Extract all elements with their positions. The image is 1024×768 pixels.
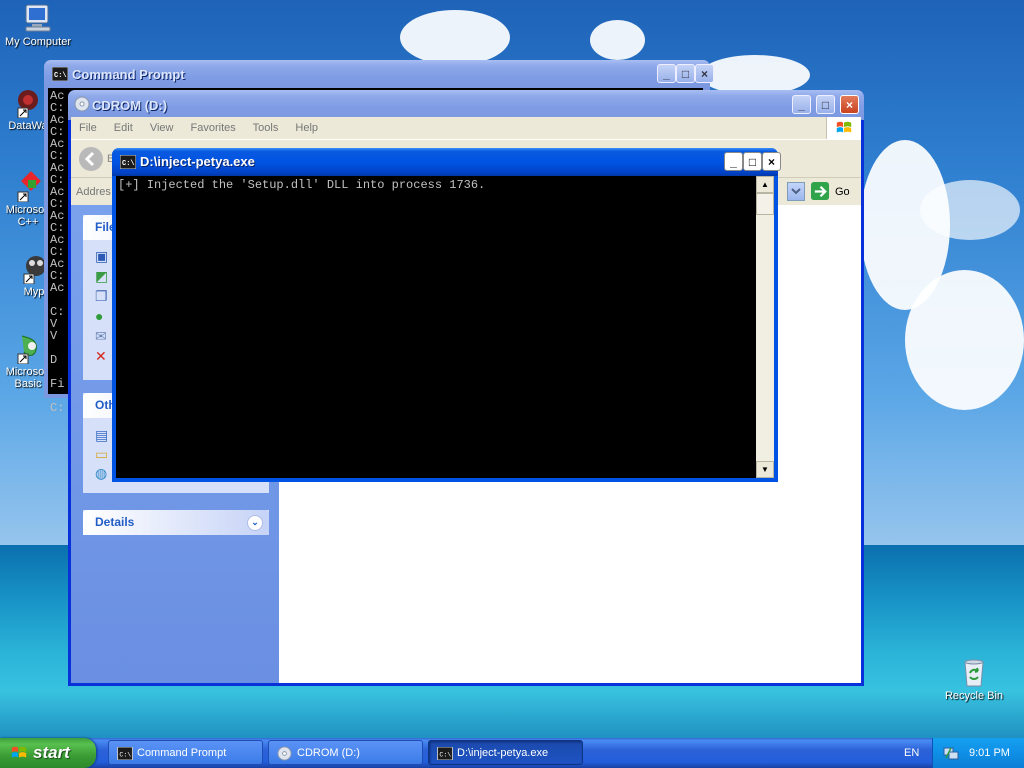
cdrom-icon: [277, 746, 292, 761]
cmd-icon: C:\: [52, 67, 68, 81]
taskbar-item-cdrom[interactable]: CDROM (D:): [268, 740, 423, 765]
desktop-icon-label: Recycle Bin: [944, 690, 1004, 702]
cloud: [905, 270, 1024, 410]
address-dropdown-button[interactable]: [787, 182, 805, 201]
recycle-bin-icon: [964, 659, 984, 687]
svg-text:C:\: C:\: [122, 160, 135, 168]
cmd-icon: C:\: [120, 155, 136, 169]
menu-bar: File Edit View Favorites Tools Help: [71, 117, 861, 139]
inject-petya-window[interactable]: C:\ D:\inject-petya.exe _ □ × [+] Inject…: [112, 148, 781, 482]
minimize-button[interactable]: _: [657, 64, 676, 83]
visual-basic-icon: [17, 335, 37, 364]
task-label: Command Prompt: [137, 747, 227, 759]
back-button[interactable]: [79, 147, 103, 171]
scroll-thumb[interactable]: [756, 193, 774, 215]
start-button[interactable]: start: [0, 738, 96, 768]
task-label: D:\inject-petya.exe: [457, 747, 549, 759]
cloud: [400, 10, 510, 65]
cloud: [700, 55, 810, 95]
close-button[interactable]: ×: [695, 64, 714, 83]
menu-file[interactable]: File: [79, 122, 97, 134]
cdrom-icon: [74, 96, 90, 112]
desktop-icon-my-computer[interactable]: My Computer: [0, 2, 76, 48]
desktop-icon-label: DataWa: [8, 120, 48, 132]
window-title: D:\inject-petya.exe: [140, 154, 255, 169]
cloud: [590, 20, 645, 60]
taskbar: start C:\ Command Prompt CDROM (D:) C:\ …: [0, 738, 1024, 768]
maximize-button[interactable]: □: [816, 95, 835, 114]
menu-favorites[interactable]: Favorites: [191, 122, 236, 134]
close-button[interactable]: ×: [762, 152, 781, 171]
menu-help[interactable]: Help: [295, 122, 318, 134]
panel-header[interactable]: Details ⌄: [83, 510, 269, 535]
scroll-down-button[interactable]: ▼: [756, 461, 774, 478]
console-line: [+] Injected the 'Setup.dll' DLL into pr…: [118, 178, 486, 192]
details-header: Details: [95, 515, 135, 529]
scroll-up-button[interactable]: ▲: [756, 176, 774, 193]
title-bar[interactable]: C:\ D:\inject-petya.exe _ □ ×: [112, 148, 781, 176]
title-bar[interactable]: C:\ Command Prompt _ □ ×: [44, 60, 714, 88]
menu-tools[interactable]: Tools: [253, 122, 279, 134]
system-tray: 9:01 PM: [932, 738, 1024, 768]
menu-view[interactable]: View: [150, 122, 174, 134]
start-label: start: [33, 743, 70, 762]
desktop-icon-recycle-bin[interactable]: Recycle Bin: [936, 656, 1012, 702]
minimize-button[interactable]: _: [724, 152, 743, 171]
close-button[interactable]: ×: [840, 95, 859, 114]
window-title: Command Prompt: [72, 67, 185, 82]
cmd-icon: C:\: [437, 747, 453, 760]
svg-text:C:\: C:\: [439, 751, 451, 758]
datawatch-icon: [17, 90, 38, 118]
desktop-icon-label: Myp: [23, 286, 45, 298]
taskbar-item-command-prompt[interactable]: C:\ Command Prompt: [108, 740, 263, 765]
cmd-icon: C:\: [117, 747, 133, 760]
console-output: [+] Injected the 'Setup.dll' DLL into pr…: [116, 176, 756, 478]
svg-text:C:\: C:\: [54, 72, 67, 80]
title-bar[interactable]: CDROM (D:) _ □ ×: [68, 90, 864, 120]
go-button[interactable]: Go: [811, 182, 859, 202]
visual-cpp-icon: [17, 171, 41, 202]
address-label: Addres: [76, 186, 111, 198]
back-arrow-icon: [84, 151, 95, 167]
taskbar-item-inject-petya[interactable]: C:\ D:\inject-petya.exe: [428, 740, 583, 765]
maximize-button[interactable]: □: [743, 152, 762, 171]
details-panel: Details ⌄: [83, 510, 269, 535]
cloud: [920, 180, 1020, 240]
language-indicator[interactable]: EN: [904, 747, 919, 759]
task-label: CDROM (D:): [297, 747, 360, 759]
network-icon[interactable]: [943, 745, 959, 761]
windows-logo-icon: [826, 117, 861, 139]
clock[interactable]: 9:01 PM: [969, 747, 1010, 759]
my-computer-icon: [25, 4, 51, 32]
chevron-down-icon: [791, 188, 801, 195]
go-arrow-icon: [811, 182, 830, 201]
vertical-scrollbar[interactable]: ▲ ▼: [756, 176, 774, 478]
go-label: Go: [835, 186, 850, 198]
expand-chevron-icon[interactable]: ⌄: [247, 515, 263, 531]
minimize-button[interactable]: _: [792, 95, 811, 114]
menu-edit[interactable]: Edit: [114, 122, 133, 134]
desktop-icon-label-line2: Basic: [14, 378, 42, 390]
maximize-button[interactable]: □: [676, 64, 695, 83]
svg-text:C:\: C:\: [119, 751, 131, 758]
windows-flag-icon: [11, 746, 27, 758]
desktop-icon-label-line2: C++: [17, 216, 39, 228]
desktop-icon-label: My Computer: [4, 36, 72, 48]
window-title: CDROM (D:): [92, 98, 168, 113]
